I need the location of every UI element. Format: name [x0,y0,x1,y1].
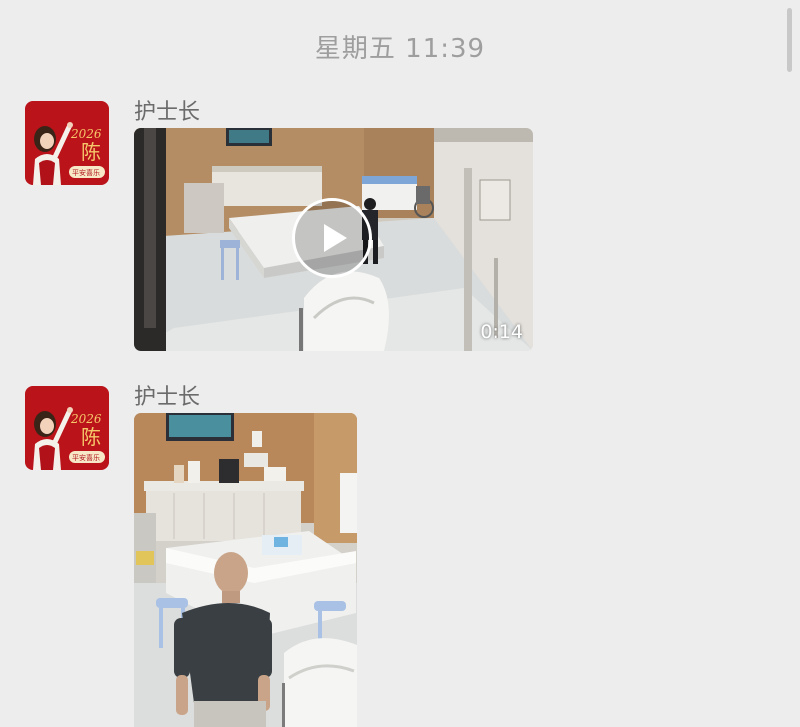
play-button[interactable] [292,198,372,278]
video-message[interactable]: 0:14 [134,128,533,351]
avatar-year: 2026 [70,127,102,141]
avatar-motto: 平安喜乐 [72,168,100,177]
avatar-image: 2026 陈 平安喜乐 [25,101,109,185]
sender-avatar[interactable]: 2026 陈 平安喜乐 [25,386,109,470]
scrollbar[interactable] [787,8,792,72]
chat-window: 星期五 11:39 2026 陈 平安喜乐 护士长 0:14 2026 陈 平安… [0,0,800,727]
sender-name: 护士长 [134,100,201,125]
video-duration: 0:14 [480,321,523,343]
avatar-surname: 陈 [81,140,101,164]
avatar-surname: 陈 [81,425,101,449]
play-icon [324,224,347,252]
avatar-year: 2026 [70,412,102,426]
image-thumbnail [134,413,357,727]
avatar-motto: 平安喜乐 [72,453,100,462]
sender-name: 护士长 [134,385,201,410]
image-message[interactable] [134,413,357,727]
avatar-image: 2026 陈 平安喜乐 [25,386,109,470]
sender-avatar[interactable]: 2026 陈 平安喜乐 [25,101,109,185]
message-timestamp: 星期五 11:39 [314,34,486,64]
